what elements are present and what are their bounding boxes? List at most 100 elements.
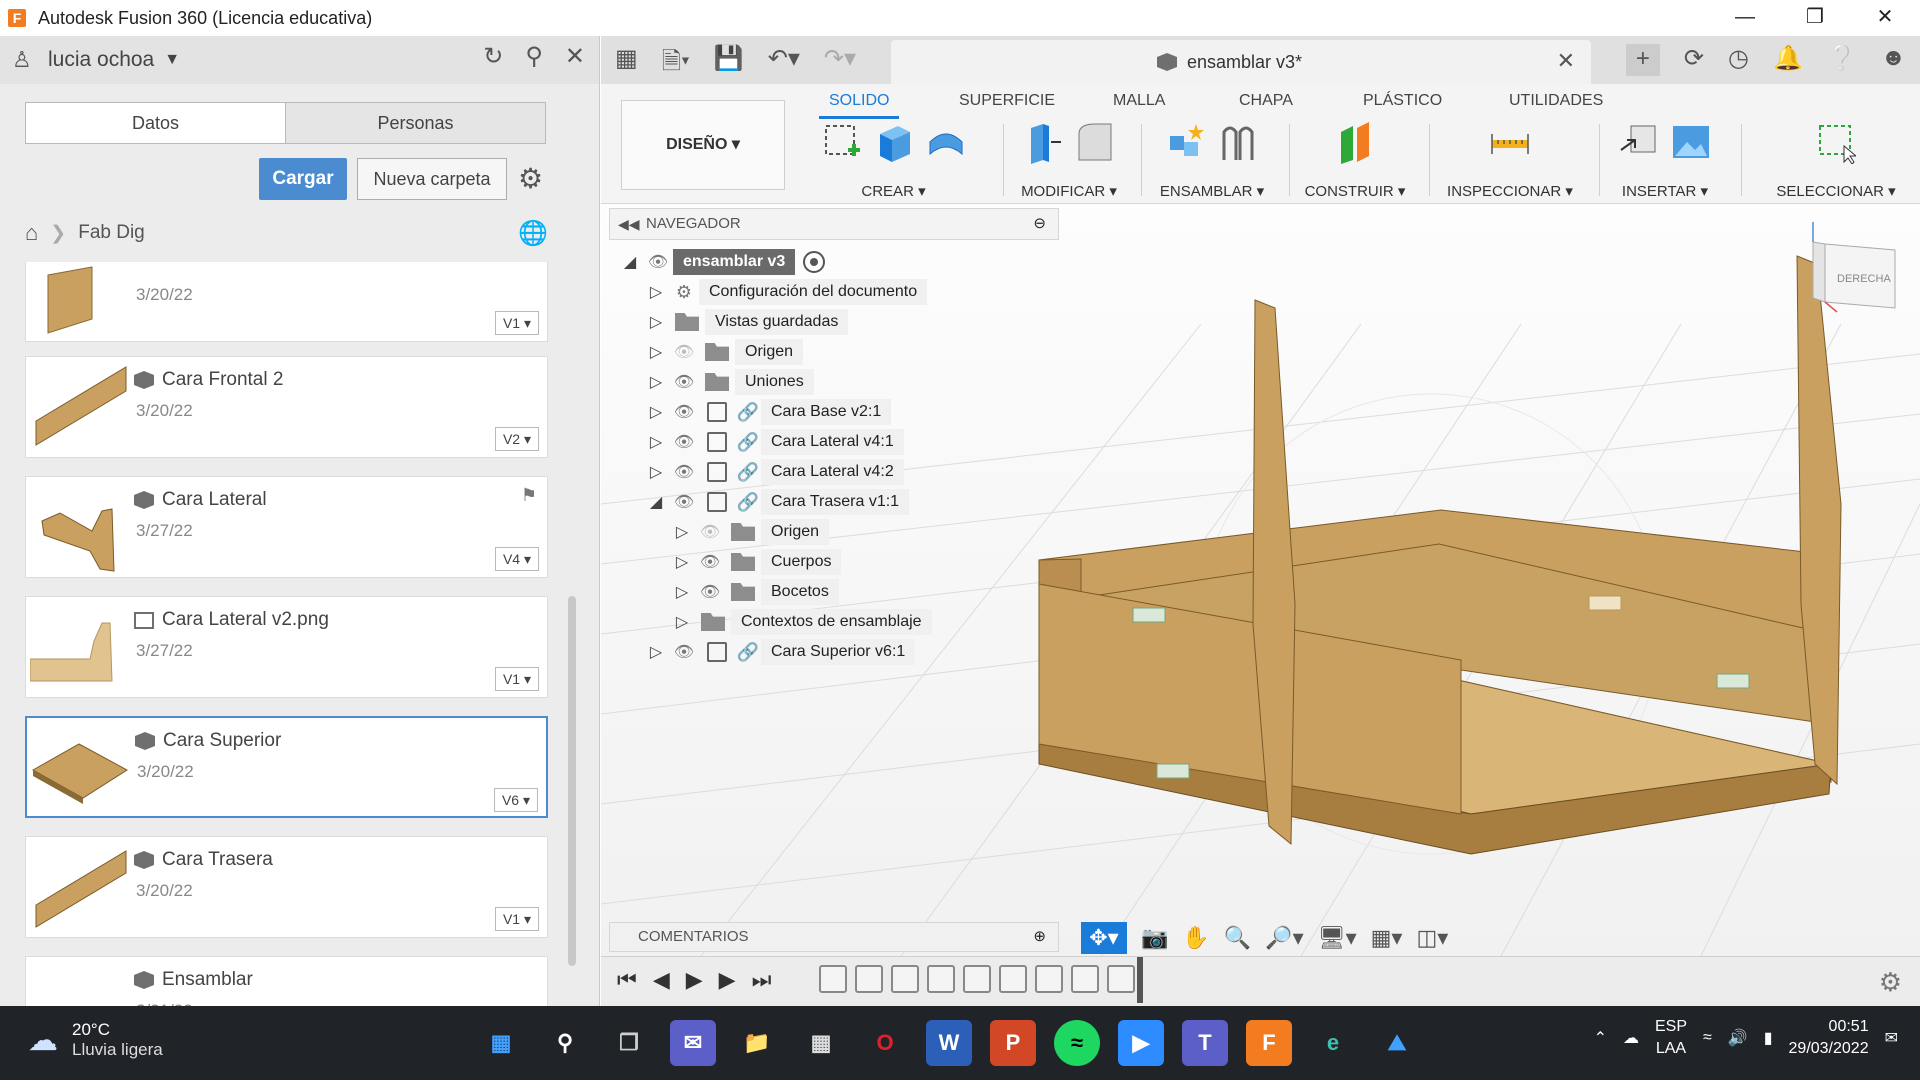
zoom-app-icon[interactable]: ▶ — [1118, 1020, 1164, 1066]
tree-node[interactable]: ◢ 👁 🔗 Cara Trasera v1:1 — [643, 488, 910, 516]
gear-icon[interactable]: ⚙ — [1879, 967, 1902, 998]
opera-icon[interactable]: O — [862, 1020, 908, 1066]
undo-icon[interactable]: ↶▾ — [768, 44, 800, 85]
minus-circle-icon[interactable]: ⊖ — [1033, 209, 1046, 239]
file-explorer-icon[interactable]: 📁 — [734, 1020, 780, 1066]
expand-triangle-icon[interactable]: ▷ — [643, 312, 669, 332]
tree-node[interactable]: ▷ 👁 🔗 Cara Lateral v4:2 — [643, 458, 904, 486]
comments-panel[interactable]: COMENTARIOS ⊕ — [609, 922, 1059, 952]
expand-triangle-icon[interactable]: ▷ — [643, 432, 669, 452]
start-icon[interactable]: ▦ — [478, 1020, 524, 1066]
home-icon[interactable]: ⌂ — [25, 220, 38, 246]
close-window-button[interactable]: ✕ — [1850, 0, 1920, 36]
zoom-icon[interactable]: 🔍 — [1224, 925, 1251, 951]
display-settings-icon[interactable]: 🖥▾ — [1318, 925, 1357, 951]
user-name[interactable]: lucia ochoa — [48, 48, 154, 72]
language-indicator[interactable]: ESP LAA — [1655, 1016, 1687, 1060]
chevron-down-icon[interactable]: ▼ — [164, 51, 180, 69]
redo-icon[interactable]: ↷▾ — [824, 44, 856, 85]
eye-icon[interactable]: 👁 — [669, 372, 699, 392]
tab-superficie[interactable]: SUPERFICIE — [959, 92, 1055, 110]
eye-icon[interactable]: 👁 — [695, 552, 725, 572]
eye-icon[interactable]: 👁 — [643, 252, 673, 272]
tree-node[interactable]: ▷ 👁 Cuerpos — [669, 548, 842, 576]
tree-node[interactable]: ▷ Contextos de ensamblaje — [669, 608, 932, 636]
eye-hidden-icon[interactable]: 👁 — [695, 522, 725, 542]
group-insertar[interactable]: INSERTAR ▾ — [1605, 116, 1725, 200]
timeline-feature[interactable] — [999, 965, 1027, 993]
notifications-icon[interactable]: ✉ — [1885, 1028, 1898, 1048]
eye-icon[interactable]: 👁 — [669, 492, 699, 512]
group-seleccionar[interactable]: SELECCIONAR ▾ — [1761, 116, 1911, 200]
joint-glyph-icon[interactable] — [1588, 595, 1622, 611]
version-badge[interactable]: V2 ▾ — [495, 427, 539, 451]
list-item[interactable]: Cara Lateral ⚑ 3/27/22 V4 ▾ — [25, 476, 548, 578]
expand-triangle-icon[interactable]: ▷ — [669, 612, 695, 632]
go-to-end-icon[interactable]: ⏭ — [752, 967, 772, 993]
job-status-icon[interactable]: ◷ — [1728, 44, 1749, 76]
eye-icon[interactable]: 👁 — [669, 432, 699, 452]
version-badge[interactable]: V1 ▾ — [495, 667, 539, 691]
version-badge[interactable]: V6 ▾ — [494, 788, 538, 812]
tab-plastico[interactable]: PLÁSTICO — [1363, 92, 1442, 110]
help-icon[interactable]: ❔ — [1827, 44, 1857, 76]
chevron-up-icon[interactable]: ⌃ — [1594, 1028, 1607, 1048]
powerpoint-icon[interactable]: P — [990, 1020, 1036, 1066]
tab-solido[interactable]: SOLIDO — [818, 92, 901, 119]
expand-triangle-icon[interactable]: ▷ — [669, 522, 695, 542]
joint-glyph-icon[interactable] — [1716, 673, 1750, 689]
collapse-icon[interactable]: ◀◀ — [618, 209, 640, 239]
restore-button[interactable]: ❐ — [1780, 0, 1850, 36]
tree-node[interactable]: ▷ 👁 🔗 Cara Base v2:1 — [643, 398, 892, 426]
timeline-feature[interactable] — [819, 965, 847, 993]
tree-node[interactable]: ▷ 👁 Uniones — [643, 368, 814, 396]
tree-node[interactable]: ▷ 👁 Bocetos — [669, 578, 839, 606]
onedrive-icon[interactable]: ☁ — [1623, 1028, 1639, 1048]
activate-icon[interactable] — [803, 251, 826, 273]
expand-triangle-icon[interactable]: ▷ — [643, 402, 669, 422]
expand-triangle-icon[interactable]: ▷ — [669, 552, 695, 572]
search-icon[interactable]: ⚲ — [525, 42, 543, 71]
spotify-icon[interactable]: ≈ — [1054, 1020, 1100, 1066]
flag-icon[interactable]: ⚑ — [521, 485, 537, 506]
eye-icon[interactable]: 👁 — [695, 582, 725, 602]
list-item[interactable]: Cara Trasera 3/20/22 V1 ▾ — [25, 836, 548, 938]
list-item[interactable]: 3/20/22 V1 ▾ — [25, 262, 548, 342]
tab-chapa[interactable]: CHAPA — [1239, 92, 1293, 110]
new-tab-button[interactable]: + — [1625, 44, 1660, 76]
group-ensamblar[interactable]: ENSAMBLAR ▾ — [1147, 116, 1277, 200]
orbit-icon[interactable]: ✥▾ — [1081, 922, 1127, 954]
search-icon[interactable]: ⚲ — [542, 1020, 588, 1066]
tree-node[interactable]: ▷ 👁 🔗 Cara Lateral v4:1 — [643, 428, 904, 456]
step-back-icon[interactable]: ◀ — [653, 967, 670, 993]
group-inspeccionar[interactable]: INSPECCIONAR ▾ — [1435, 116, 1585, 200]
notifications-icon[interactable]: 🔔 — [1773, 44, 1803, 76]
assembly-model[interactable] — [1038, 255, 1842, 855]
group-modificar[interactable]: MODIFICAR ▾ — [1009, 116, 1129, 200]
scrollbar[interactable] — [568, 596, 576, 966]
joint-glyph-icon[interactable] — [1132, 607, 1166, 623]
tab-personas[interactable]: Personas — [285, 103, 545, 143]
viewcube-face-label[interactable]: DERECHA — [1837, 273, 1891, 285]
close-icon[interactable]: ✕ — [565, 42, 585, 71]
avatar[interactable]: ☻ — [1881, 44, 1906, 76]
globe-icon[interactable]: 🌐 — [518, 219, 548, 248]
tree-node[interactable]: ▷ 👁 Origen — [669, 518, 830, 546]
list-item[interactable]: Cara Frontal 2 3/20/22 V2 ▾ — [25, 356, 548, 458]
viewports-icon[interactable]: ◫▾ — [1416, 925, 1448, 951]
grid-icon[interactable]: ▦▾ — [1371, 925, 1403, 951]
tab-utilidades[interactable]: UTILIDADES — [1509, 92, 1603, 110]
timeline-feature[interactable] — [1035, 965, 1063, 993]
photos-icon[interactable]: ⛰ — [1374, 1020, 1420, 1066]
tree-node[interactable]: ▷ 👁 Origen — [643, 338, 804, 366]
pan-icon[interactable]: ✋ — [1182, 925, 1209, 951]
timeline-feature[interactable] — [855, 965, 883, 993]
eye-icon[interactable]: 👁 — [669, 462, 699, 482]
workspace-switcher[interactable]: DISEÑO ▾ — [621, 100, 785, 190]
step-forward-icon[interactable]: ▶​ — [719, 967, 736, 993]
calculator-icon[interactable]: ▦ — [798, 1020, 844, 1066]
expand-triangle-icon[interactable]: ▷ — [643, 282, 669, 302]
fusion-app-icon[interactable]: F — [1246, 1020, 1292, 1066]
collapse-triangle-icon[interactable]: ◢ — [617, 252, 643, 272]
save-icon[interactable]: 💾 — [714, 44, 744, 85]
